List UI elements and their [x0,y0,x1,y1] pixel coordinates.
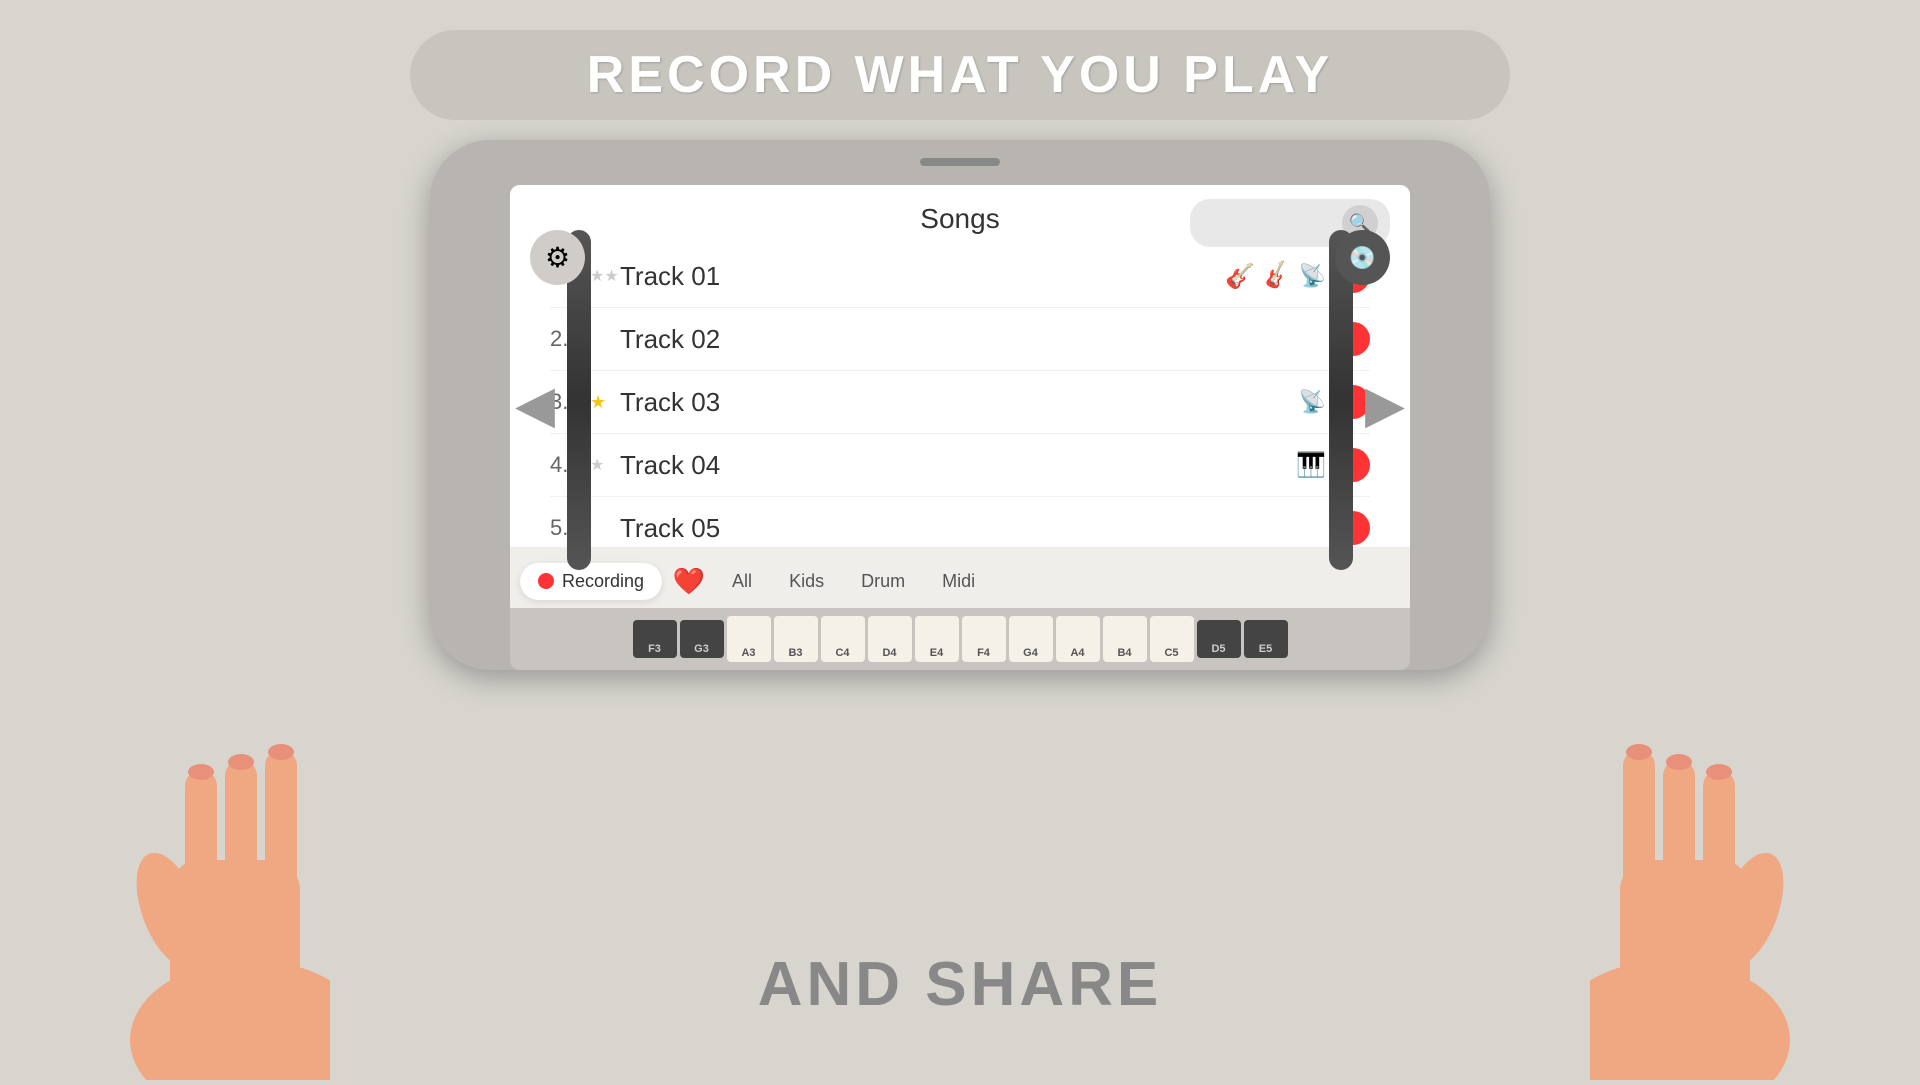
hand-left [50,660,330,1080]
track-item[interactable]: 3. ★ Track 03 📡 [550,371,1370,434]
track-item[interactable]: 2. Track 02 [550,308,1370,371]
track-list: 1. ★★ Track 01 🎸 🎸 📡 [510,245,1410,547]
track-star: ★★ [590,266,620,286]
left-arrow-icon: ◀ [515,376,555,434]
piano-icon: 🎹 [1296,451,1326,480]
track-icons: 🎹 [1296,451,1326,480]
track-icons: 📡 [1299,389,1326,415]
piano-key-g3[interactable]: G3 [680,620,724,658]
piano-key-b3[interactable]: B3 [774,616,818,662]
recording-tab[interactable]: Recording [520,563,662,600]
drum-tab[interactable]: Drum [845,563,921,600]
guitar2-icon: 🎸 [1260,259,1295,293]
disc-icon: 💿 [1349,245,1376,271]
broadcast2-icon: 📡 [1299,389,1326,415]
track-item[interactable]: 4. ★ Track 04 🎹 [550,434,1370,497]
piano-key-d5[interactable]: D5 [1197,620,1241,658]
gear-button[interactable]: ⚙ [530,230,585,285]
piano-key-e4[interactable]: E4 [915,616,959,662]
right-arrow-icon: ▶ [1365,376,1405,434]
track-star: ★ [590,455,620,475]
track-name: Track 01 [620,261,1225,292]
guitar-icon: 🎸 [1225,262,1255,291]
broadcast-icon: 📡 [1299,263,1326,289]
track-item[interactable]: 1. ★★ Track 01 🎸 🎸 📡 [550,245,1370,308]
track-name: Track 03 [620,387,1299,418]
hand-right [1590,660,1870,1080]
nav-arrow-right-button[interactable]: ▶ [1365,375,1405,435]
bottom-banner-text: AND SHARE [758,949,1163,1020]
piano-key-a3[interactable]: A3 [727,616,771,662]
phone-screen: Songs 🔍 1. ★★ Track 01 [510,185,1410,615]
piano-key-c5[interactable]: C5 [1150,616,1194,662]
songs-panel: Songs 🔍 1. ★★ Track 01 [510,185,1410,547]
track-name: Track 05 [620,513,1326,544]
top-banner: RECORD WHAT YOU PLAY [410,30,1510,120]
songs-header: Songs 🔍 [510,185,1410,245]
piano-key-d4[interactable]: D4 [868,616,912,662]
phone-body: Songs 🔍 1. ★★ Track 01 [430,140,1490,670]
recording-dot [538,573,554,589]
recording-label: Recording [562,571,644,592]
midi-tab[interactable]: Midi [926,563,991,600]
songs-title: Songs [920,203,999,235]
nav-arrow-left-button[interactable]: ◀ [515,375,555,435]
favorites-tab[interactable]: ❤️ [667,559,711,603]
piano-key-e5[interactable]: E5 [1244,620,1288,658]
track-name: Track 04 [620,450,1296,481]
phone-container: Songs 🔍 1. ★★ Track 01 [430,140,1490,670]
piano-key-f3[interactable]: F3 [633,620,677,658]
disc-button[interactable]: 💿 [1335,230,1390,285]
piano-key-g4[interactable]: G4 [1009,616,1053,662]
track-star: ★ [590,392,620,413]
phone-notch [920,158,1000,166]
piano-key-a4[interactable]: A4 [1056,616,1100,662]
piano-area: F3 G3 A3 B3 C4 D4 E4 F4 G4 A4 B4 C5 D5 E… [510,608,1410,670]
bottom-banner: AND SHARE [560,949,1360,1020]
track-icons: 🎸 🎸 📡 [1225,262,1326,291]
bottom-tabs: Recording ❤️ All Kids Drum Midi [510,547,1410,615]
piano-key-c4[interactable]: C4 [821,616,865,662]
all-tab[interactable]: All [716,563,768,600]
kids-tab[interactable]: Kids [773,563,840,600]
piano-key-b4[interactable]: B4 [1103,616,1147,662]
top-banner-text: RECORD WHAT YOU PLAY [587,45,1333,105]
track-name: Track 02 [620,324,1326,355]
piano-key-f4[interactable]: F4 [962,616,1006,662]
track-item[interactable]: 5. Track 05 [550,497,1370,547]
gear-icon: ⚙ [545,241,570,274]
